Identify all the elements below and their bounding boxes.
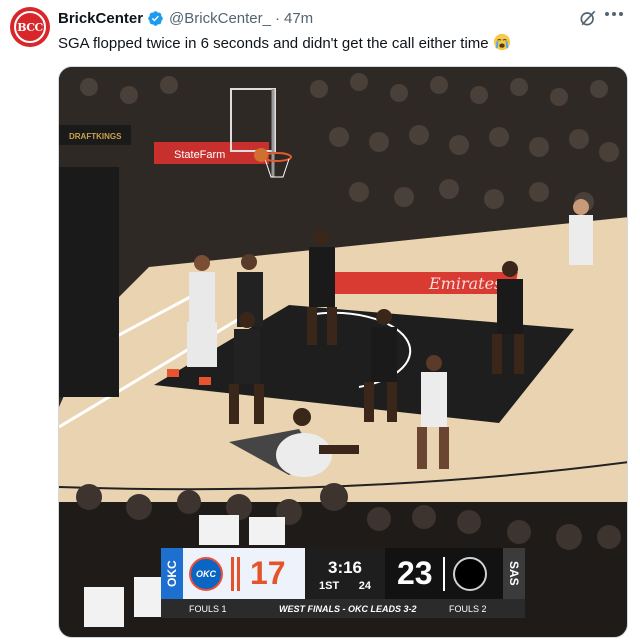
video-frame[interactable]: Emirates StateFarm DRAFTKINGS OKC OKC 17… — [58, 66, 628, 638]
grok-icon[interactable] — [578, 8, 598, 28]
scorebug: OKC OKC 17 3:16 1ST 24 23 SAS FOULS 1 WE… — [161, 548, 525, 618]
timeout-bar — [237, 556, 240, 591]
spurs-logo-icon — [452, 556, 487, 591]
timestamp[interactable]: 47m — [284, 10, 313, 27]
avatar[interactable]: BCC — [10, 7, 50, 47]
timeout-bar — [442, 556, 445, 591]
score-left: 17 — [250, 555, 286, 591]
brickcenter-logo: BCC — [14, 11, 46, 43]
scorebug-footer: FOULS 1 WEST FINALS - OKC LEADS 3-2 FOUL… — [161, 599, 525, 618]
more-icon[interactable] — [605, 12, 623, 16]
fouls-left: FOULS 1 — [189, 603, 227, 614]
handle[interactable]: @BrickCenter_ — [169, 10, 271, 27]
scorebug-sas: 23 SAS — [385, 548, 525, 599]
draftkings-ad: DRAFTKINGS — [69, 132, 122, 141]
tweet-text-content: SGA flopped twice in 6 seconds and didn'… — [58, 35, 489, 52]
period: 1ST — [319, 580, 340, 592]
emirates-ad: Emirates — [428, 274, 502, 293]
scorebug-clock: 3:16 1ST 24 — [305, 548, 385, 599]
score-right: 23 — [397, 555, 433, 591]
game-clock: 3:16 — [327, 558, 363, 577]
shot-clock: 24 — [358, 580, 371, 592]
tweet-header: BrickCenter @BrickCenter_ · 47m — [58, 8, 313, 28]
scorebug-okc: OKC OKC 17 — [161, 548, 305, 599]
crying-face-emoji-icon — [493, 33, 510, 51]
team-left-tag: OKC — [161, 548, 183, 599]
team-right-tag: SAS — [503, 548, 525, 599]
display-name[interactable]: BrickCenter — [58, 10, 143, 27]
verified-badge-icon — [148, 10, 163, 26]
fouls-right: FOULS 2 — [449, 603, 487, 614]
okc-logo-icon: OKC — [189, 556, 223, 591]
statefarm-ad: StateFarm — [174, 149, 225, 161]
timeout-bar — [231, 556, 234, 591]
separator-dot: · — [274, 9, 280, 27]
series-status: WEST FINALS - OKC LEADS 3-2 — [279, 603, 417, 614]
tweet-text: SGA flopped twice in 6 seconds and didn'… — [58, 33, 511, 54]
